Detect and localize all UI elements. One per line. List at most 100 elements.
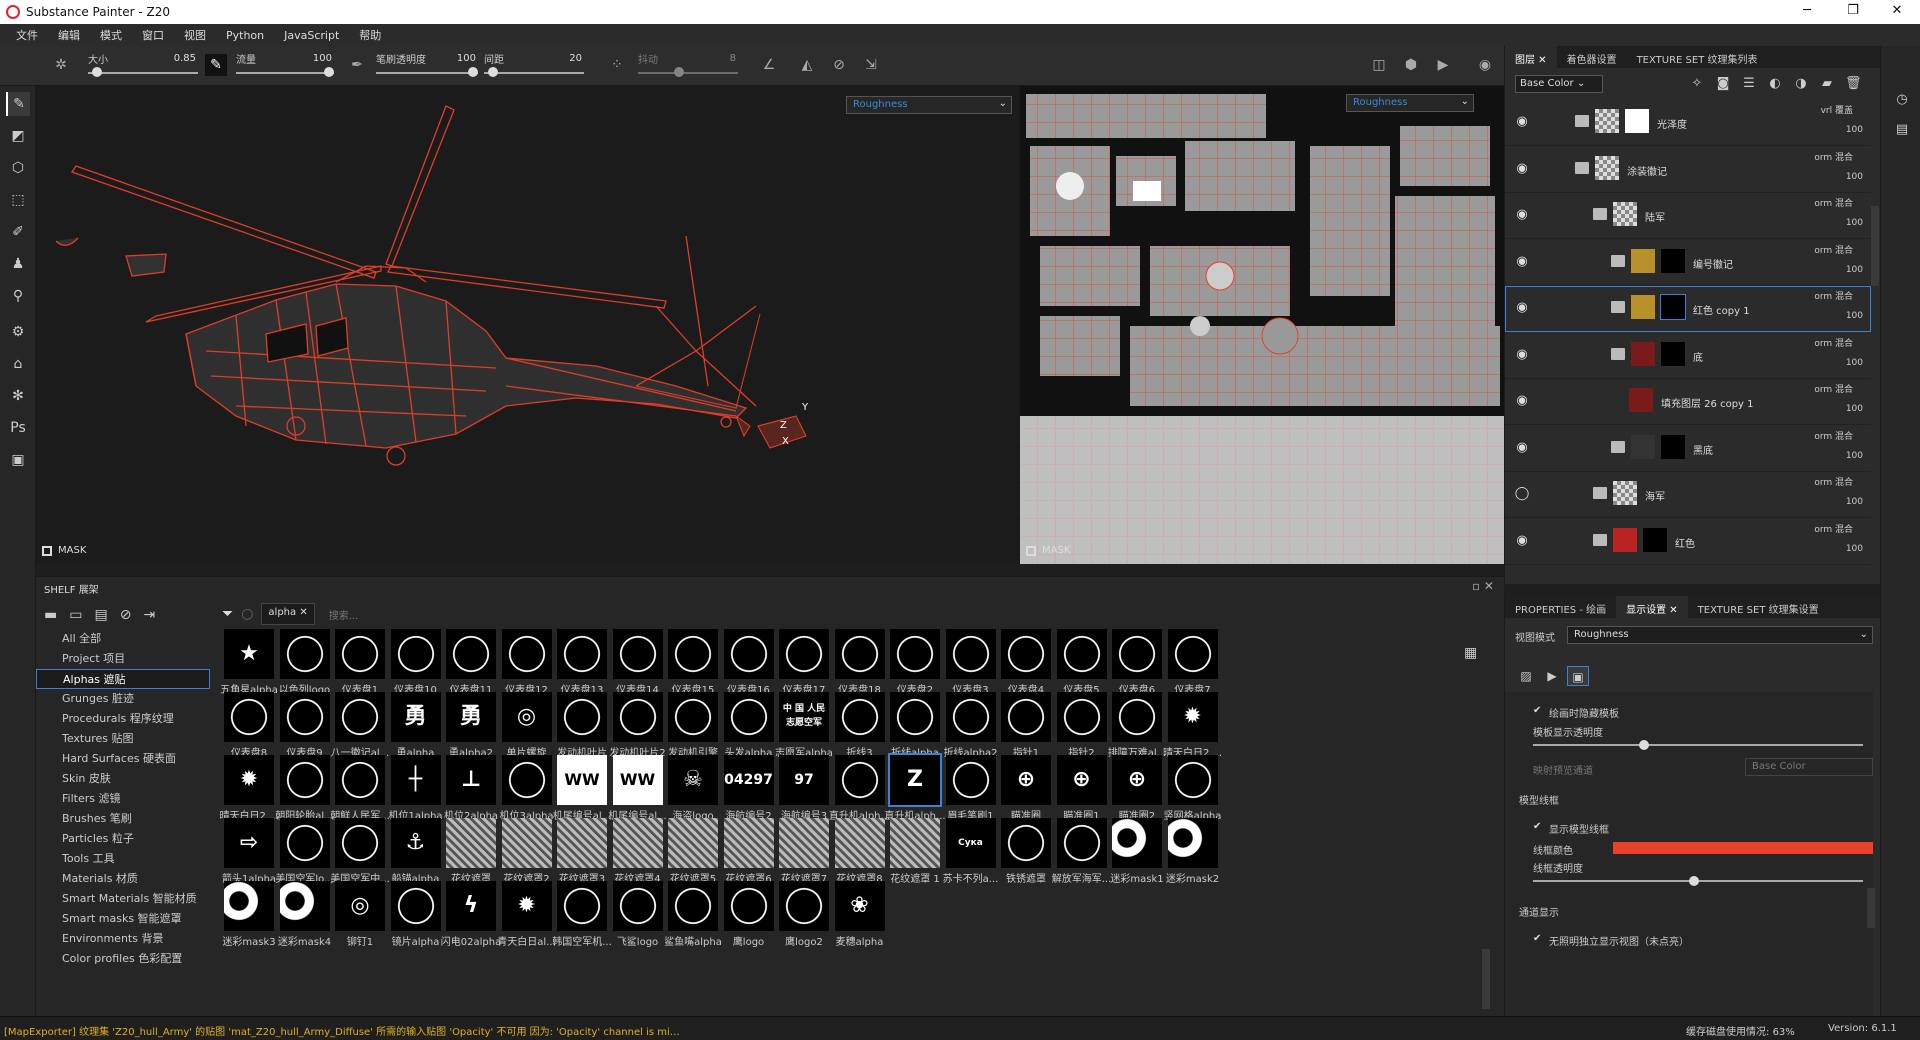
shelf-search-input[interactable]: 搜索...	[329, 607, 359, 622]
layers-scrollbar[interactable]	[1871, 206, 1879, 286]
layer-blend-mode[interactable]: orm 混合	[1814, 336, 1853, 349]
category-all[interactable]: All 全部	[36, 629, 210, 649]
asset-tile[interactable]: 迷彩mask4	[274, 881, 338, 957]
paint-brush-icon[interactable]: ✎	[6, 92, 30, 116]
layer-blend-mode[interactable]: vrl 覆盖	[1821, 103, 1853, 116]
folder-icon[interactable]	[1611, 254, 1625, 267]
camera-icon[interactable]: ◉	[1474, 54, 1496, 76]
menu-help[interactable]: 帮助	[349, 27, 391, 43]
visibility-eye-icon[interactable]: ◉	[1513, 440, 1531, 458]
category-grunges[interactable]: Grunges 脏迹	[36, 689, 210, 709]
size-knob[interactable]	[92, 67, 102, 77]
wire-color-swatch[interactable]	[1613, 842, 1873, 854]
spacing-track[interactable]	[484, 72, 584, 74]
asset-tile[interactable]: 鹰logo	[718, 881, 782, 957]
layer-blend-mode[interactable]: orm 混合	[1814, 289, 1853, 302]
paint-layer-icon[interactable]: ◑	[1793, 76, 1809, 92]
visibility-eye-icon[interactable]: ◯	[1513, 486, 1531, 504]
settings-icon[interactable]: ✻	[6, 384, 30, 408]
visibility-eye-icon[interactable]: ◉	[1513, 300, 1531, 318]
folder-icon[interactable]: ▬	[44, 607, 57, 623]
angle-icon[interactable]: ∠	[758, 54, 780, 76]
layer-row[interactable]: ◉ 底 orm 混合 100	[1505, 333, 1871, 379]
tab-display-settings[interactable]: 显示设置 ✕	[1616, 596, 1688, 618]
screenshot-icon[interactable]: ▣	[6, 448, 30, 472]
color-picker-icon[interactable]: ⚲	[6, 284, 30, 308]
layer-opacity[interactable]: 100	[1846, 404, 1863, 414]
tab-texture-set-settings[interactable]: TEXTURE SET 纹理集设置	[1688, 596, 1829, 618]
layer-thumbnail[interactable]	[1613, 527, 1637, 552]
category-color-profiles[interactable]: Color profiles 色彩配置	[36, 949, 210, 969]
stroke-opacity-value[interactable]: 100	[457, 53, 476, 64]
hide-icon[interactable]: ⊘	[120, 607, 132, 623]
folder-icon[interactable]	[1593, 487, 1607, 499]
asset-tile[interactable]: ◎ 铆钉1	[329, 881, 393, 957]
asset-tile[interactable]: 镜片alpha	[385, 881, 449, 957]
history-icon[interactable]: ◷	[1893, 92, 1911, 110]
layer-mask-thumbnail[interactable]	[1661, 341, 1685, 366]
import-icon[interactable]: ⇥	[143, 607, 155, 623]
menu-javascript[interactable]: JavaScript	[274, 29, 349, 42]
view-mode-dropdown[interactable]: Roughness ⌄	[1567, 626, 1873, 644]
menu-file[interactable]: 文件	[6, 27, 48, 43]
flow-knob[interactable]	[324, 67, 334, 77]
layer-blend-mode[interactable]: orm 混合	[1814, 196, 1853, 209]
symmetry-tool-icon[interactable]: ✲	[50, 54, 72, 76]
stroke-opacity-knob[interactable]	[468, 67, 478, 77]
layer-thumbnail[interactable]	[1613, 481, 1637, 505]
show-wire-checkbox[interactable]: ✔	[1533, 822, 1543, 832]
polygon-fill-icon[interactable]: ⬚	[6, 188, 30, 212]
asset-tile[interactable]: 韩国空军机...	[551, 881, 615, 957]
jitter-track[interactable]	[638, 72, 738, 74]
stroke-opacity-icon[interactable]: ✒	[346, 54, 368, 76]
visibility-eye-icon[interactable]: ◉	[1513, 347, 1531, 365]
layer-blend-mode[interactable]: orm 混合	[1814, 243, 1853, 256]
menu-mode[interactable]: 模式	[90, 27, 132, 43]
status-log[interactable]: [MapExporter] 纹理集 'Z20_hull_Army' 的贴图 'm…	[4, 1023, 680, 1038]
layer-opacity[interactable]: 100	[1846, 358, 1863, 368]
log-icon[interactable]: ▤	[1893, 122, 1911, 140]
export-icon[interactable]: ⌂	[6, 352, 30, 376]
layer-row[interactable]: ◉ 填充图层 26 copy 1 orm 混合 100	[1505, 379, 1871, 425]
viewport3d-mask-toggle[interactable]: MASK	[42, 545, 86, 556]
layer-opacity[interactable]: 100	[1846, 172, 1863, 182]
layer-row[interactable]: ◉ 红色 copy 1 orm 混合 100	[1505, 286, 1871, 332]
category-smart-materials[interactable]: Smart Materials 智能材质	[36, 889, 210, 909]
folder-icon[interactable]	[1575, 161, 1589, 174]
add-folder-icon[interactable]: ▰	[1819, 76, 1835, 92]
circle-filter-icon[interactable]: ○	[241, 606, 253, 622]
layer-mask-thumbnail[interactable]	[1661, 248, 1685, 273]
menu-window[interactable]: 窗口	[132, 27, 174, 43]
visibility-eye-icon[interactable]: ◉	[1513, 254, 1531, 272]
layer-row[interactable]: ◉ 黑底 orm 混合 100	[1505, 426, 1871, 472]
category-alphas[interactable]: Alphas 遮贴	[36, 669, 210, 689]
layer-opacity[interactable]: 100	[1846, 265, 1863, 275]
layer-thumbnail[interactable]	[1613, 202, 1637, 226]
layer-thumbnail[interactable]	[1595, 155, 1619, 180]
layer-blend-mode[interactable]: orm 混合	[1814, 475, 1853, 488]
layer-mask-thumbnail[interactable]	[1660, 294, 1686, 320]
asset-tile[interactable]: 铁锈遮罩	[995, 818, 1059, 894]
layer-row[interactable]: ◉ 编号徽记 orm 混合 100	[1505, 240, 1871, 286]
layer-blend-mode[interactable]: orm 混合	[1814, 150, 1853, 163]
unlit-display-checkbox[interactable]: ✔	[1533, 934, 1543, 944]
camera-video-icon[interactable]: ▶	[1432, 54, 1454, 76]
visibility-eye-icon[interactable]: ◉	[1513, 533, 1531, 551]
image-icon[interactable]: ▨	[1515, 666, 1537, 686]
layer-thumbnail[interactable]	[1631, 248, 1655, 273]
asset-tile[interactable]: 迷彩mask3	[218, 881, 282, 957]
layer-blend-mode[interactable]: orm 混合	[1814, 522, 1853, 535]
viewport2d-channel-dropdown[interactable]: Roughness ⌄	[1346, 94, 1474, 112]
jitter-slider[interactable]: 抖动 8	[638, 50, 738, 82]
minimize-button[interactable]: ─	[1784, 0, 1830, 24]
props-scrollbar[interactable]	[1867, 888, 1875, 928]
flow-slider[interactable]: 流量 100	[236, 50, 334, 82]
layer-thumbnail[interactable]	[1631, 341, 1655, 366]
category-textures[interactable]: Textures 贴图	[36, 729, 210, 749]
layer-row[interactable]: ◉ 红色 orm 混合 100	[1505, 519, 1871, 565]
layer-opacity[interactable]: 100	[1846, 544, 1863, 554]
layer-thumbnail[interactable]	[1595, 109, 1619, 133]
map-preview-dropdown[interactable]: Base Color	[1745, 758, 1873, 776]
category-materials[interactable]: Materials 材质	[36, 869, 210, 889]
layer-channel-dropdown[interactable]: Base Color ⌄	[1515, 75, 1603, 93]
